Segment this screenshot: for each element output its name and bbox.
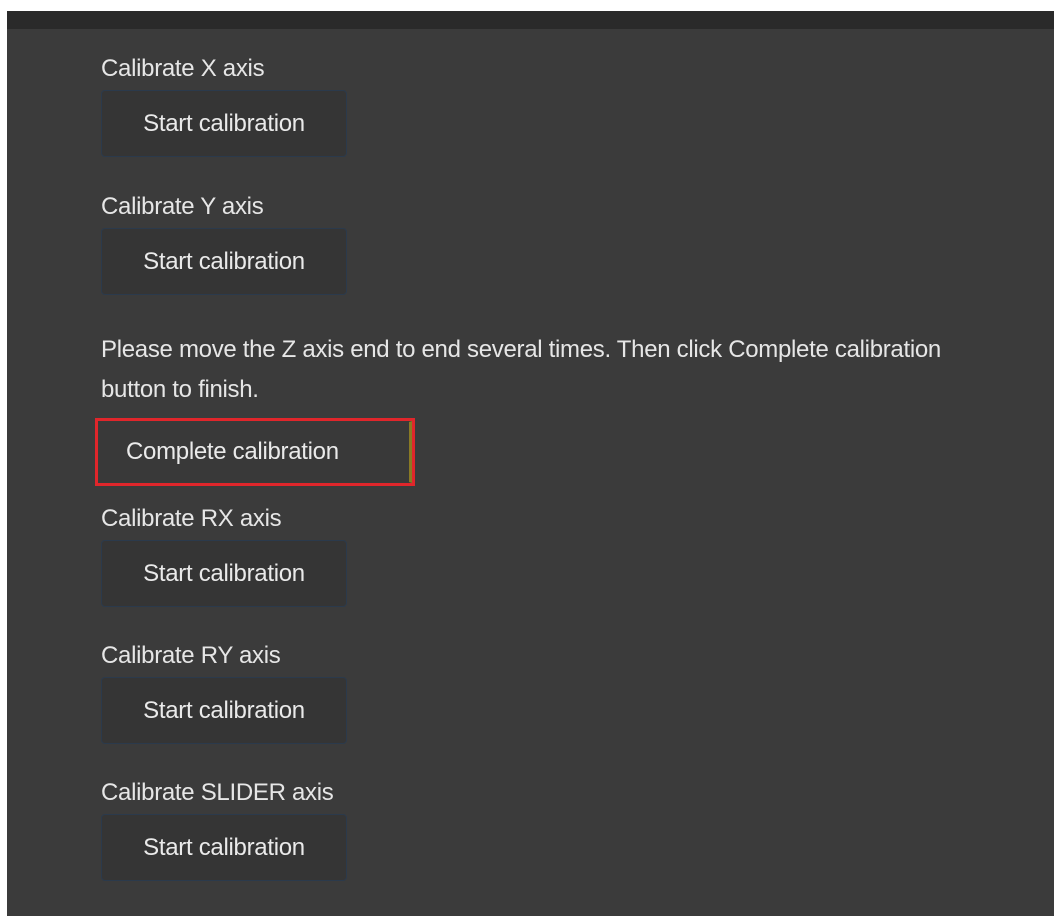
calibrate-y-section: Calibrate Y axis Start calibration [101,192,1001,295]
calibration-panel: Calibrate X axis Start calibration Calib… [7,29,1054,916]
top-bar [7,11,1054,29]
start-calibration-rx-button[interactable]: Start calibration [101,540,347,607]
calibrate-x-label: Calibrate X axis [101,55,265,82]
calibrate-ry-section: Calibrate RY axis Start calibration [101,641,1001,744]
calibrate-slider-section: Calibrate SLIDER axis Start calibration [101,778,1001,881]
start-calibration-y-button[interactable]: Start calibration [101,228,347,295]
start-calibration-ry-button[interactable]: Start calibration [101,677,347,744]
calibrate-ry-label: Calibrate RY axis [101,642,281,669]
screenshot-frame: Calibrate X axis Start calibration Calib… [0,0,1054,916]
calibrate-rx-label: Calibrate RX axis [101,505,282,532]
start-calibration-slider-button[interactable]: Start calibration [101,814,347,881]
calibrate-y-label: Calibrate Y axis [101,193,264,220]
highlight-box: Complete calibration [95,418,415,486]
calibrate-z-section: Please move the Z axis end to end severa… [95,330,1001,486]
calibrate-slider-label: Calibrate SLIDER axis [101,779,334,806]
calibrate-z-instructions: Please move the Z axis end to end severa… [101,336,941,403]
calibrate-rx-section: Calibrate RX axis Start calibration [101,504,1001,607]
start-calibration-x-button[interactable]: Start calibration [101,90,347,157]
complete-calibration-button[interactable]: Complete calibration [98,421,412,483]
calibration-list: Calibrate X axis Start calibration Calib… [95,54,1001,881]
calibrate-x-section: Calibrate X axis Start calibration [101,54,1001,157]
